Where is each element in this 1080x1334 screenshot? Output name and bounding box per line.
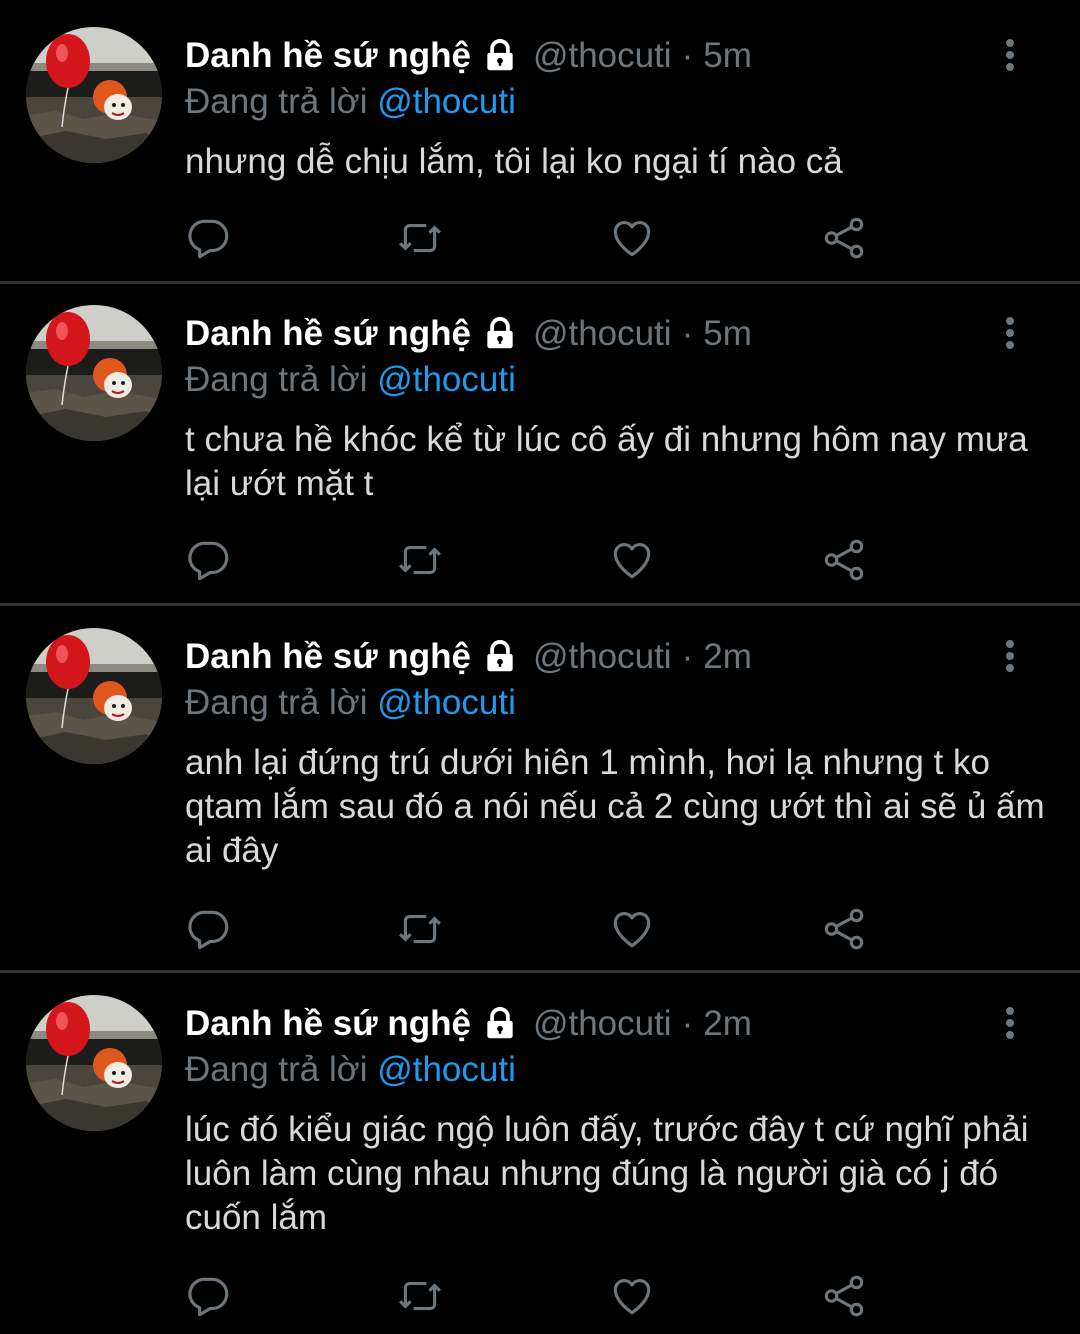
like-button[interactable] (607, 904, 657, 954)
tweet-header: Danh hề sứ nghệ @thocuti · 5m (185, 309, 752, 359)
reply-prefix: Đang trả lời (185, 360, 368, 399)
separator-dot: · (681, 637, 694, 676)
separator-dot: · (681, 314, 694, 353)
tweet-actions (0, 1271, 1080, 1321)
reply-prefix: Đang trả lời (185, 82, 368, 121)
reply-icon (183, 1271, 233, 1321)
lock-icon (481, 638, 519, 676)
replying-to: Đang trả lời @thocuti (185, 357, 516, 403)
reply-icon (183, 904, 233, 954)
tweet[interactable]: Danh hề sứ nghệ @thocuti · 2m Đang trả lời @… (0, 968, 1080, 1334)
like-icon (607, 213, 657, 263)
lock-icon (481, 37, 519, 75)
more-icon[interactable] (990, 1003, 1030, 1043)
retweet-icon (395, 1271, 445, 1321)
share-icon (819, 1271, 869, 1321)
share-icon (819, 213, 869, 263)
reply-prefix: Đang trả lời (185, 1050, 368, 1089)
more-icon[interactable] (990, 636, 1030, 676)
retweet-icon (395, 535, 445, 585)
author-name[interactable]: Danh hề sứ nghệ (185, 314, 471, 354)
tweet-header: Danh hề sứ nghệ @thocuti · 5m (185, 31, 752, 81)
tweet-text: lúc đó kiểu giác ngộ luôn đấy, trước đây… (185, 1110, 1029, 1237)
retweet-button[interactable] (395, 1271, 445, 1321)
avatar[interactable] (26, 995, 162, 1131)
tweet[interactable]: Danh hề sứ nghệ @thocuti · 2m Đang trả lời @… (0, 601, 1080, 970)
tweet-header: Danh hề sứ nghệ @thocuti · 2m (185, 632, 752, 682)
avatar[interactable] (26, 27, 162, 163)
author-handle[interactable]: @thocuti (533, 1004, 672, 1044)
like-icon (607, 904, 657, 954)
like-icon (607, 535, 657, 585)
author-handle[interactable]: @thocuti (533, 637, 672, 677)
author-handle[interactable]: @thocuti (533, 314, 672, 354)
lock-icon (481, 315, 519, 353)
tweet-text: anh lại đứng trú dưới hiên 1 mình, hơi l… (185, 743, 1045, 870)
replying-to: Đang trả lời @thocuti (185, 79, 516, 125)
share-button[interactable] (819, 213, 869, 263)
separator-dot: · (681, 36, 694, 75)
like-button[interactable] (607, 535, 657, 585)
retweet-button[interactable] (395, 535, 445, 585)
replying-to: Đang trả lời @thocuti (185, 680, 516, 726)
tweet[interactable]: Danh hề sứ nghệ @thocuti · 5m Đang trả lời @… (0, 0, 1080, 281)
reply-button[interactable] (183, 213, 233, 263)
replying-to: Đang trả lời @thocuti (185, 1047, 516, 1093)
tweet-header: Danh hề sứ nghệ @thocuti · 2m (185, 999, 752, 1049)
like-button[interactable] (607, 1271, 657, 1321)
timestamp[interactable]: 2m (703, 1004, 752, 1044)
share-button[interactable] (819, 535, 869, 585)
share-icon (819, 535, 869, 585)
author-name[interactable]: Danh hề sứ nghệ (185, 36, 471, 76)
reply-mention-link[interactable]: @thocuti (377, 683, 516, 722)
like-icon (607, 1271, 657, 1321)
retweet-icon (395, 904, 445, 954)
tweet-actions (0, 904, 1080, 954)
reply-prefix: Đang trả lời (185, 683, 368, 722)
reply-button[interactable] (183, 535, 233, 585)
share-button[interactable] (819, 1271, 869, 1321)
timestamp[interactable]: 2m (703, 637, 752, 677)
reply-mention-link[interactable]: @thocuti (377, 1050, 516, 1089)
tweet-actions (0, 213, 1080, 263)
retweet-button[interactable] (395, 213, 445, 263)
more-icon[interactable] (990, 313, 1030, 353)
reply-icon (183, 213, 233, 263)
tweet-text: nhưng dễ chịu lắm, tôi lại ko ngại tí nà… (185, 142, 843, 181)
author-name[interactable]: Danh hề sứ nghệ (185, 1004, 471, 1044)
tweet[interactable]: Danh hề sứ nghệ @thocuti · 5m Đang trả lời @… (0, 278, 1080, 603)
author-name[interactable]: Danh hề sứ nghệ (185, 637, 471, 677)
reply-mention-link[interactable]: @thocuti (377, 360, 516, 399)
reply-mention-link[interactable]: @thocuti (377, 82, 516, 121)
reply-icon (183, 535, 233, 585)
tweet-text: t chưa hề khóc kể từ lúc cô ấy đi nhưng … (185, 420, 1028, 503)
like-button[interactable] (607, 213, 657, 263)
more-icon[interactable] (990, 35, 1030, 75)
reply-button[interactable] (183, 1271, 233, 1321)
share-icon (819, 904, 869, 954)
avatar[interactable] (26, 628, 162, 764)
tweet-actions (0, 535, 1080, 585)
timestamp[interactable]: 5m (703, 314, 752, 354)
author-handle[interactable]: @thocuti (533, 36, 672, 76)
lock-icon (481, 1005, 519, 1043)
share-button[interactable] (819, 904, 869, 954)
reply-button[interactable] (183, 904, 233, 954)
retweet-button[interactable] (395, 904, 445, 954)
timestamp[interactable]: 5m (703, 36, 752, 76)
avatar[interactable] (26, 305, 162, 441)
separator-dot: · (681, 1004, 694, 1043)
retweet-icon (395, 213, 445, 263)
